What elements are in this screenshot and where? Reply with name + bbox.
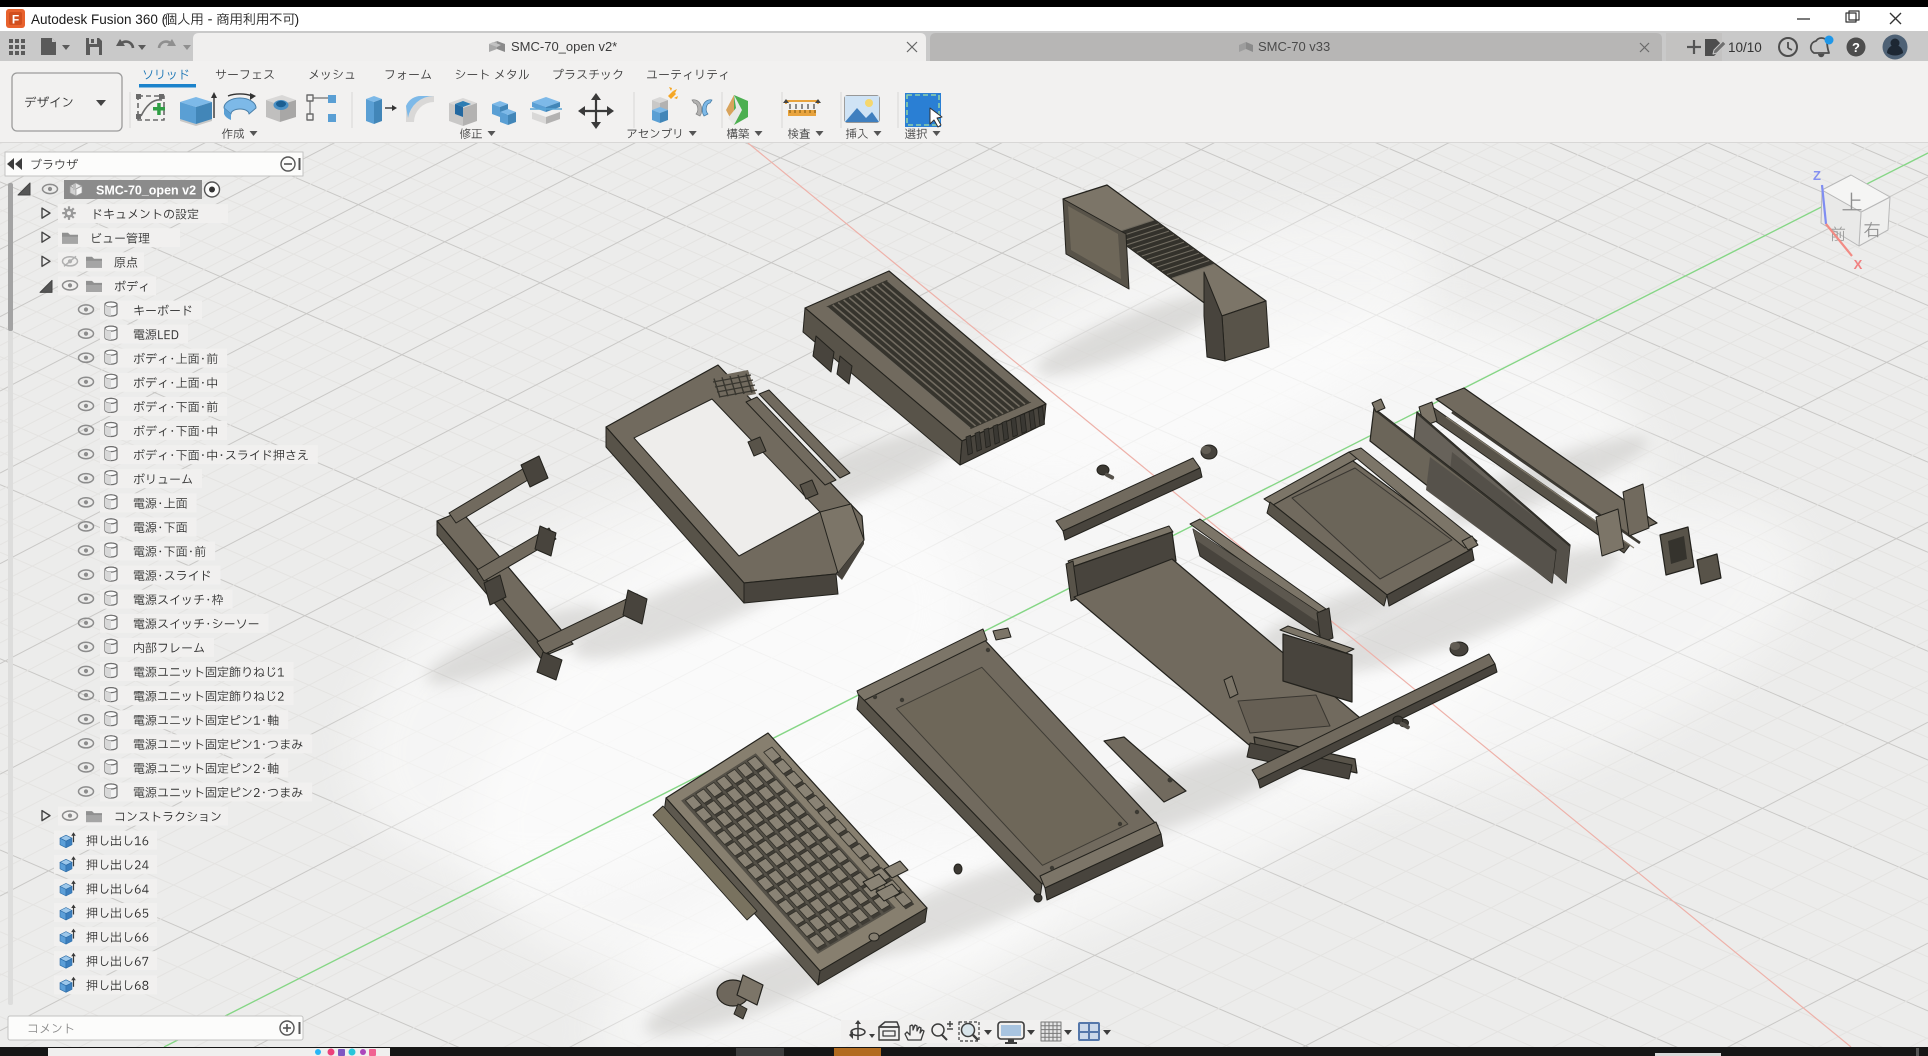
svg-text:Z: Z [1813,168,1821,183]
svg-text:Autodesk Fusion 360 (: Autodesk Fusion 360 ( [31,12,167,27]
svg-text:SMC-70 v33: SMC-70 v33 [1258,39,1330,54]
svg-text:10/10: 10/10 [1728,40,1762,55]
svg-text:SMC-70_open v2: SMC-70_open v2 [96,184,196,198]
svg-text:): ) [295,12,300,27]
svg-text:?: ? [1852,40,1860,55]
svg-text:X: X [1854,257,1863,272]
svg-text:F: F [12,13,19,27]
svg-text:SMC-70_open v2*: SMC-70_open v2* [511,39,617,54]
